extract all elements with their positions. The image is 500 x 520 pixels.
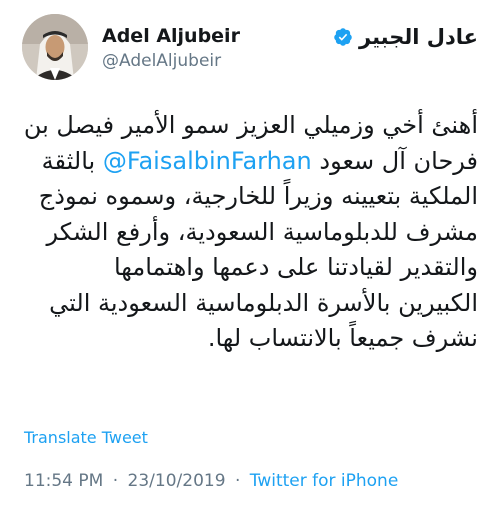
tweet-meta: 11:54 PM · 23/10/2019 · Twitter for iPho… xyxy=(24,471,398,491)
tweet-line-part: فرحان آل سعود xyxy=(319,146,478,175)
tweet-time[interactable]: 11:54 PM xyxy=(24,471,103,491)
tweet-date[interactable]: 23/10/2019 xyxy=(128,471,226,491)
meta-separator: · xyxy=(112,471,119,491)
tweet-line: والتقدير لقيادتنا على دعمها واهتمامها xyxy=(113,253,478,281)
tweet-line: نشرف جميعاً بالانتساب لها. xyxy=(207,324,478,352)
arabic-name-block[interactable]: عادل الجبير xyxy=(333,24,478,50)
tweet-line: الملكية بتعيينه وزيراً للخارجية، وسموه ن… xyxy=(38,182,478,210)
tweet-line: أهنئ أخي وزميلي العزيز سمو الأمير فيصل ب… xyxy=(23,111,478,139)
display-name[interactable]: Adel Aljubeir xyxy=(102,24,240,48)
avatar[interactable] xyxy=(22,14,88,80)
tweet-line-with-mention: فرحان آل سعود @FaisalbinFarhan بالثقة xyxy=(22,144,478,180)
meta-separator: · xyxy=(234,471,241,491)
tweet-line: مشرف للدبلوماسية السعودية، وأرفع الشكر xyxy=(46,217,479,246)
tweet-line: الكبيرين بالأسرة الدبلوماسية السعودية ال… xyxy=(49,288,478,317)
translate-tweet-link[interactable]: Translate Tweet xyxy=(24,428,148,447)
avatar-image xyxy=(22,14,88,80)
user-handle[interactable]: @AdelAljubeir xyxy=(102,50,240,72)
tweet-card: Adel Aljubeir @AdelAljubeir عادل الجبير … xyxy=(0,0,500,520)
mention-link[interactable]: @FaisalbinFarhan xyxy=(103,147,312,175)
tweet-source-link[interactable]: Twitter for iPhone xyxy=(250,471,399,491)
verified-badge-icon xyxy=(334,28,352,46)
arabic-display-name[interactable]: عادل الجبير xyxy=(359,24,478,50)
user-name-block[interactable]: Adel Aljubeir @AdelAljubeir xyxy=(102,24,240,72)
tweet-text: أهنئ أخي وزميلي العزيز سمو الأمير فيصل ب… xyxy=(22,108,478,357)
tweet-line-part: بالثقة xyxy=(41,146,96,175)
